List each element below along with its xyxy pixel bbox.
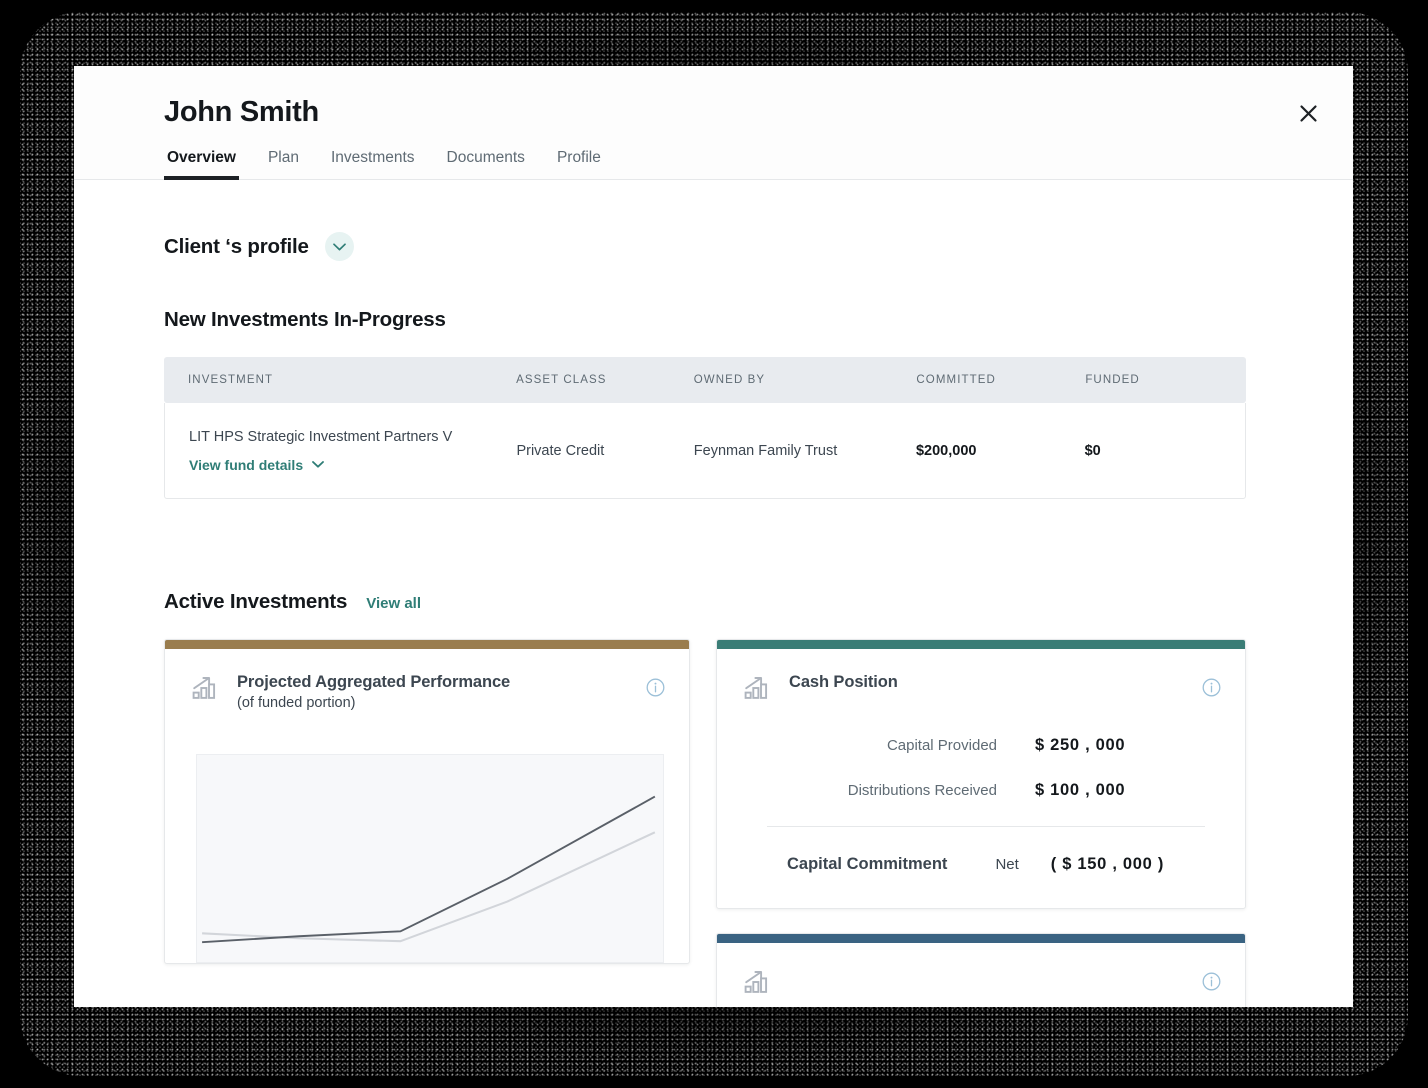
client-profile-expand-button[interactable] xyxy=(324,232,354,261)
tab-bar: Overview Plan Investments Documents Prof… xyxy=(164,149,1353,180)
bar-chart-arrow-icon xyxy=(191,675,217,706)
view-all-link[interactable]: View all xyxy=(366,595,421,612)
table-header-row: INVESTMENT ASSET CLASS OWNED BY COMMITTE… xyxy=(164,357,1246,403)
cash-label: Capital Provided xyxy=(886,737,997,754)
tab-documents[interactable]: Documents xyxy=(444,149,528,180)
card-title: Projected Aggregated Performance xyxy=(237,673,511,691)
client-detail-modal: John Smith Overview Plan Investments Doc… xyxy=(74,66,1353,1007)
card-accent-bar xyxy=(717,934,1245,943)
capital-commitment-value: ( $ 150 , 000 ) xyxy=(1050,855,1165,873)
cell-owned-by: Feynman Family Trust xyxy=(693,442,838,459)
cash-row-distributions-received: Distributions Received $ 100 , 000 xyxy=(743,781,1205,800)
bar-chart-arrow-icon xyxy=(743,675,769,706)
view-fund-details-button[interactable]: View fund details xyxy=(189,457,516,473)
new-investments-heading: New Investments In-Progress xyxy=(164,308,446,331)
cell-investment: LIT HPS Strategic Investment Partners V … xyxy=(189,429,516,473)
modal-body: Client ‘s profile New Investments In-Pro… xyxy=(74,232,1353,1007)
client-profile-toggle-row: Client ‘s profile xyxy=(164,232,1263,261)
cards-column-left: Projected Aggregated Performance (of fun… xyxy=(164,639,690,1007)
card-subtitle: (of funded portion) xyxy=(237,695,356,711)
tab-overview[interactable]: Overview xyxy=(164,149,239,180)
info-icon[interactable] xyxy=(1202,972,1221,996)
column-header-committed: COMMITTED xyxy=(916,374,996,386)
chart-svg xyxy=(202,795,656,944)
active-investments-heading: Active Investments xyxy=(164,590,348,613)
modal-header: John Smith Overview Plan Investments Doc… xyxy=(74,66,1353,180)
cash-label: Distributions Received xyxy=(847,782,997,799)
chevron-down-icon xyxy=(312,461,325,468)
cash-row-capital-provided: Capital Provided $ 250 , 000 xyxy=(743,736,1205,755)
column-header-investment: INVESTMENT xyxy=(188,374,274,386)
client-profile-label: Client ‘s profile xyxy=(164,234,309,258)
close-button[interactable] xyxy=(1293,98,1323,128)
bar-chart-arrow-icon xyxy=(743,969,769,1000)
cell-asset-class: Private Credit xyxy=(516,442,605,459)
tab-plan[interactable]: Plan xyxy=(265,149,302,180)
card-projected-performance: Projected Aggregated Performance (of fun… xyxy=(164,639,690,964)
screen: John Smith Overview Plan Investments Doc… xyxy=(0,0,1428,1088)
card-title: Cash Position xyxy=(789,673,898,691)
active-investments-heading-row: Active Investments View all xyxy=(164,590,1263,614)
tab-profile[interactable]: Profile xyxy=(554,149,604,180)
capital-commitment-qualifier: Net xyxy=(995,856,1019,873)
cash-total-row: Capital Commitment Net ( $ 150 , 000 ) xyxy=(717,827,1245,908)
cards-column-right: Cash Position Capital Provided $ 250 , 0… xyxy=(716,639,1246,1007)
column-header-asset-class: ASSET CLASS xyxy=(516,374,607,386)
card-title-block: Cash Position xyxy=(789,673,898,692)
cash-value: $ 250 , 000 xyxy=(1035,736,1126,754)
tab-investments[interactable]: Investments xyxy=(328,149,418,180)
info-icon[interactable] xyxy=(646,678,665,702)
column-header-owned-by: OWNED BY xyxy=(693,374,766,386)
card-header: Cash Position xyxy=(717,649,1245,706)
card-third xyxy=(716,933,1246,1007)
series-projected-light xyxy=(202,831,656,943)
view-fund-details-label: View fund details xyxy=(189,456,304,473)
investment-name: LIT HPS Strategic Investment Partners V xyxy=(189,428,453,445)
card-header: Projected Aggregated Performance (of fun… xyxy=(165,649,689,711)
cell-committed: $200,000 xyxy=(915,442,977,459)
column-header-funded: FUNDED xyxy=(1085,374,1140,386)
card-header xyxy=(717,943,1245,1007)
info-icon[interactable] xyxy=(1202,678,1221,702)
chevron-down-icon xyxy=(332,242,346,250)
active-investments-cards: Projected Aggregated Performance (of fun… xyxy=(164,639,1263,1007)
table-row: LIT HPS Strategic Investment Partners V … xyxy=(164,403,1246,499)
series-projected-dark xyxy=(202,795,656,944)
performance-line-chart xyxy=(196,754,664,963)
cash-position-rows: Capital Provided $ 250 , 000 Distributio… xyxy=(717,706,1245,800)
cash-value: $ 100 , 000 xyxy=(1035,781,1126,799)
card-accent-bar xyxy=(165,640,689,649)
capital-commitment-label: Capital Commitment xyxy=(787,855,948,873)
new-investments-table: INVESTMENT ASSET CLASS OWNED BY COMMITTE… xyxy=(164,357,1246,499)
card-cash-position: Cash Position Capital Provided $ 250 , 0… xyxy=(716,639,1246,909)
close-icon xyxy=(1299,104,1317,122)
cell-funded: $0 xyxy=(1084,442,1101,459)
card-accent-bar xyxy=(717,640,1245,649)
page-title: John Smith xyxy=(164,96,319,128)
card-title-block: Projected Aggregated Performance (of fun… xyxy=(237,673,510,711)
